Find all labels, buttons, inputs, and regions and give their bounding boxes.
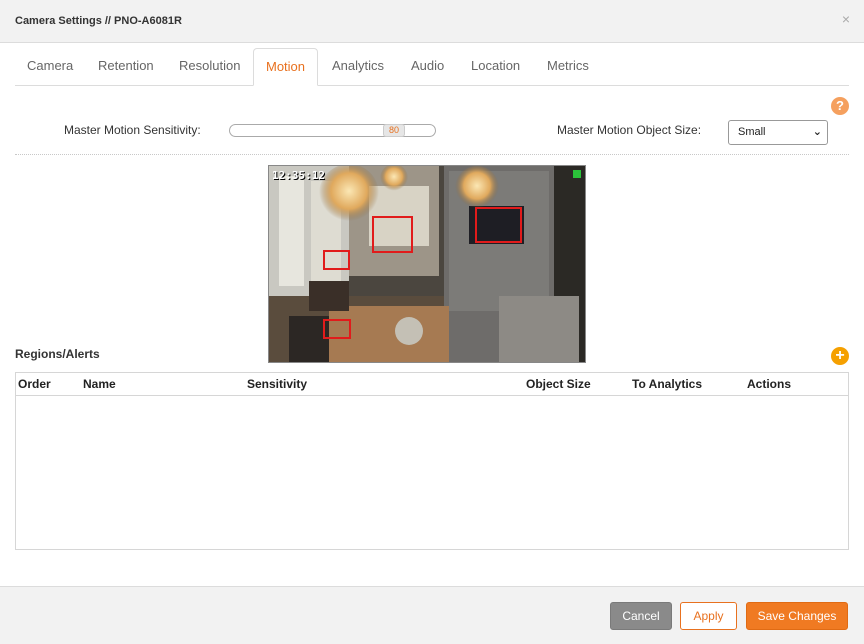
dialog-header: Camera Settings // PNO-A6081R × [0, 0, 864, 43]
tab-motion[interactable]: Motion [253, 48, 319, 86]
add-region-icon[interactable]: + [831, 347, 849, 365]
motion-box [475, 207, 522, 243]
sensitivity-slider[interactable]: 80 [229, 124, 436, 137]
motion-box [372, 216, 413, 253]
tab-location[interactable]: Location [459, 48, 532, 86]
motion-box [323, 250, 350, 270]
column-sensitivity: Sensitivity [247, 377, 308, 391]
tab-camera[interactable]: Camera [15, 48, 85, 86]
save-changes-button[interactable]: Save Changes [746, 602, 848, 630]
regions-table: Order Name Sensitivity Object Size To An… [15, 372, 849, 550]
column-order: Order [18, 377, 51, 391]
sensitivity-slider-handle[interactable]: 80 [383, 124, 405, 137]
help-icon[interactable]: ? [831, 97, 849, 115]
column-actions: Actions [747, 377, 792, 391]
preview-timestamp: 12:35:12 [272, 169, 325, 182]
camera-preview[interactable]: 12:35:12 [268, 165, 586, 363]
object-size-label: Master Motion Object Size: [557, 123, 702, 137]
apply-button[interactable]: Apply [680, 602, 737, 630]
tab-retention[interactable]: Retention [86, 48, 166, 86]
dialog-title: Camera Settings // PNO-A6081R [15, 15, 182, 27]
tab-audio[interactable]: Audio [399, 48, 456, 86]
section-divider [15, 154, 849, 155]
cancel-button[interactable]: Cancel [610, 602, 672, 630]
close-icon[interactable]: × [842, 11, 850, 27]
tab-analytics[interactable]: Analytics [320, 48, 396, 86]
live-indicator-icon [573, 170, 581, 178]
table-header: Order Name Sensitivity Object Size To An… [16, 373, 848, 396]
tab-metrics[interactable]: Metrics [535, 48, 601, 86]
sensitivity-label: Master Motion Sensitivity: [64, 123, 201, 137]
chevron-down-icon: ⌄ [812, 126, 822, 138]
column-name: Name [83, 377, 116, 391]
object-size-select[interactable]: Small ⌄ [728, 120, 828, 145]
column-object-size: Object Size [526, 377, 591, 391]
column-to-analytics: To Analytics [632, 377, 703, 391]
object-size-value: Small [738, 126, 766, 138]
camera-scene-image [269, 166, 585, 362]
regions-title: Regions/Alerts [15, 347, 100, 361]
tab-resolution[interactable]: Resolution [167, 48, 252, 86]
tab-bar: Camera Retention Resolution Motion Analy… [15, 48, 849, 86]
dialog-footer: Cancel Apply Save Changes [0, 586, 864, 644]
motion-box [323, 319, 351, 339]
